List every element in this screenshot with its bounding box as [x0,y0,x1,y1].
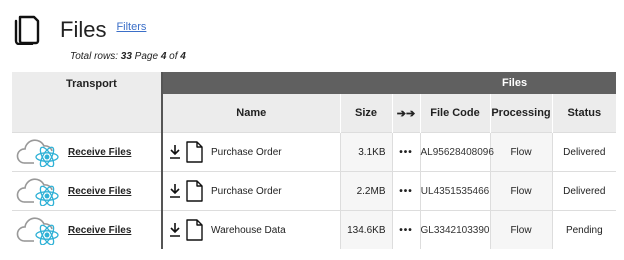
status-value: Pending [551,210,617,249]
total-rows-value: 33 [120,51,132,62]
document-icon [186,180,203,202]
files-group-header: Files [162,72,617,94]
status-value: Delivered [551,171,617,211]
transport-header: Transport [12,72,163,133]
page-header: Files Filters [14,10,146,50]
cloud-react-icon [16,178,59,206]
file-code: UL4351535466 [419,171,490,211]
file-name: Warehouse Data [211,224,286,236]
table-row: Receive Files Warehouse Data 134.6KB •••… [12,210,617,249]
cloud-react-icon [16,217,59,245]
table-row: Receive Files Purchase Order 3.1KB ••• A… [12,132,617,172]
column-processing-header[interactable]: Processing [489,94,552,133]
column-size-header[interactable]: Size [339,94,392,133]
file-size: 3.1KB [339,132,392,172]
column-status-header[interactable]: Status [551,94,617,133]
more-actions-button[interactable]: ••• [391,132,420,172]
column-file-code-header[interactable]: File Code [419,94,490,133]
file-size: 134.6KB [339,210,392,249]
processing-value: Flow [489,171,552,211]
cloud-react-icon [16,139,59,167]
processing-value: Flow [489,210,552,249]
file-name: Purchase Order [211,185,282,197]
more-actions-button[interactable]: ••• [391,210,420,249]
processing-value: Flow [489,132,552,172]
receive-files-link[interactable]: Receive Files [68,225,131,236]
table-row: Receive Files Purchase Order 2.2MB ••• U… [12,171,617,211]
files-icon [14,15,40,45]
page-title: Files [60,17,107,42]
download-icon[interactable] [169,144,181,160]
status-value: Delivered [551,132,617,172]
files-table: Transport Files Name Size ➔➔ File Code P… [12,72,617,249]
column-name-header[interactable]: Name [162,94,340,133]
document-icon [186,141,203,163]
document-icon [186,219,203,241]
file-size: 2.2MB [339,171,392,211]
more-actions-button[interactable]: ••• [391,171,420,211]
file-name: Purchase Order [211,146,282,158]
filters-link[interactable]: Filters [116,21,146,33]
page-count: 4 [180,51,186,62]
total-rows-label: Total rows: [70,51,118,62]
page-of-label: of [169,51,178,62]
page-number: 4 [160,51,167,62]
download-icon[interactable] [169,183,181,199]
column-arrows-header[interactable]: ➔➔ [391,94,420,133]
file-code: AL95628408096 [419,132,494,172]
receive-files-link[interactable]: Receive Files [68,186,131,197]
download-icon[interactable] [169,222,181,238]
page-label: Page [134,51,159,62]
file-code: GL3342103390 [419,210,490,249]
row-count-summary: Total rows: 33 Page 4 of 4 [70,51,186,62]
receive-files-link[interactable]: Receive Files [68,147,131,158]
